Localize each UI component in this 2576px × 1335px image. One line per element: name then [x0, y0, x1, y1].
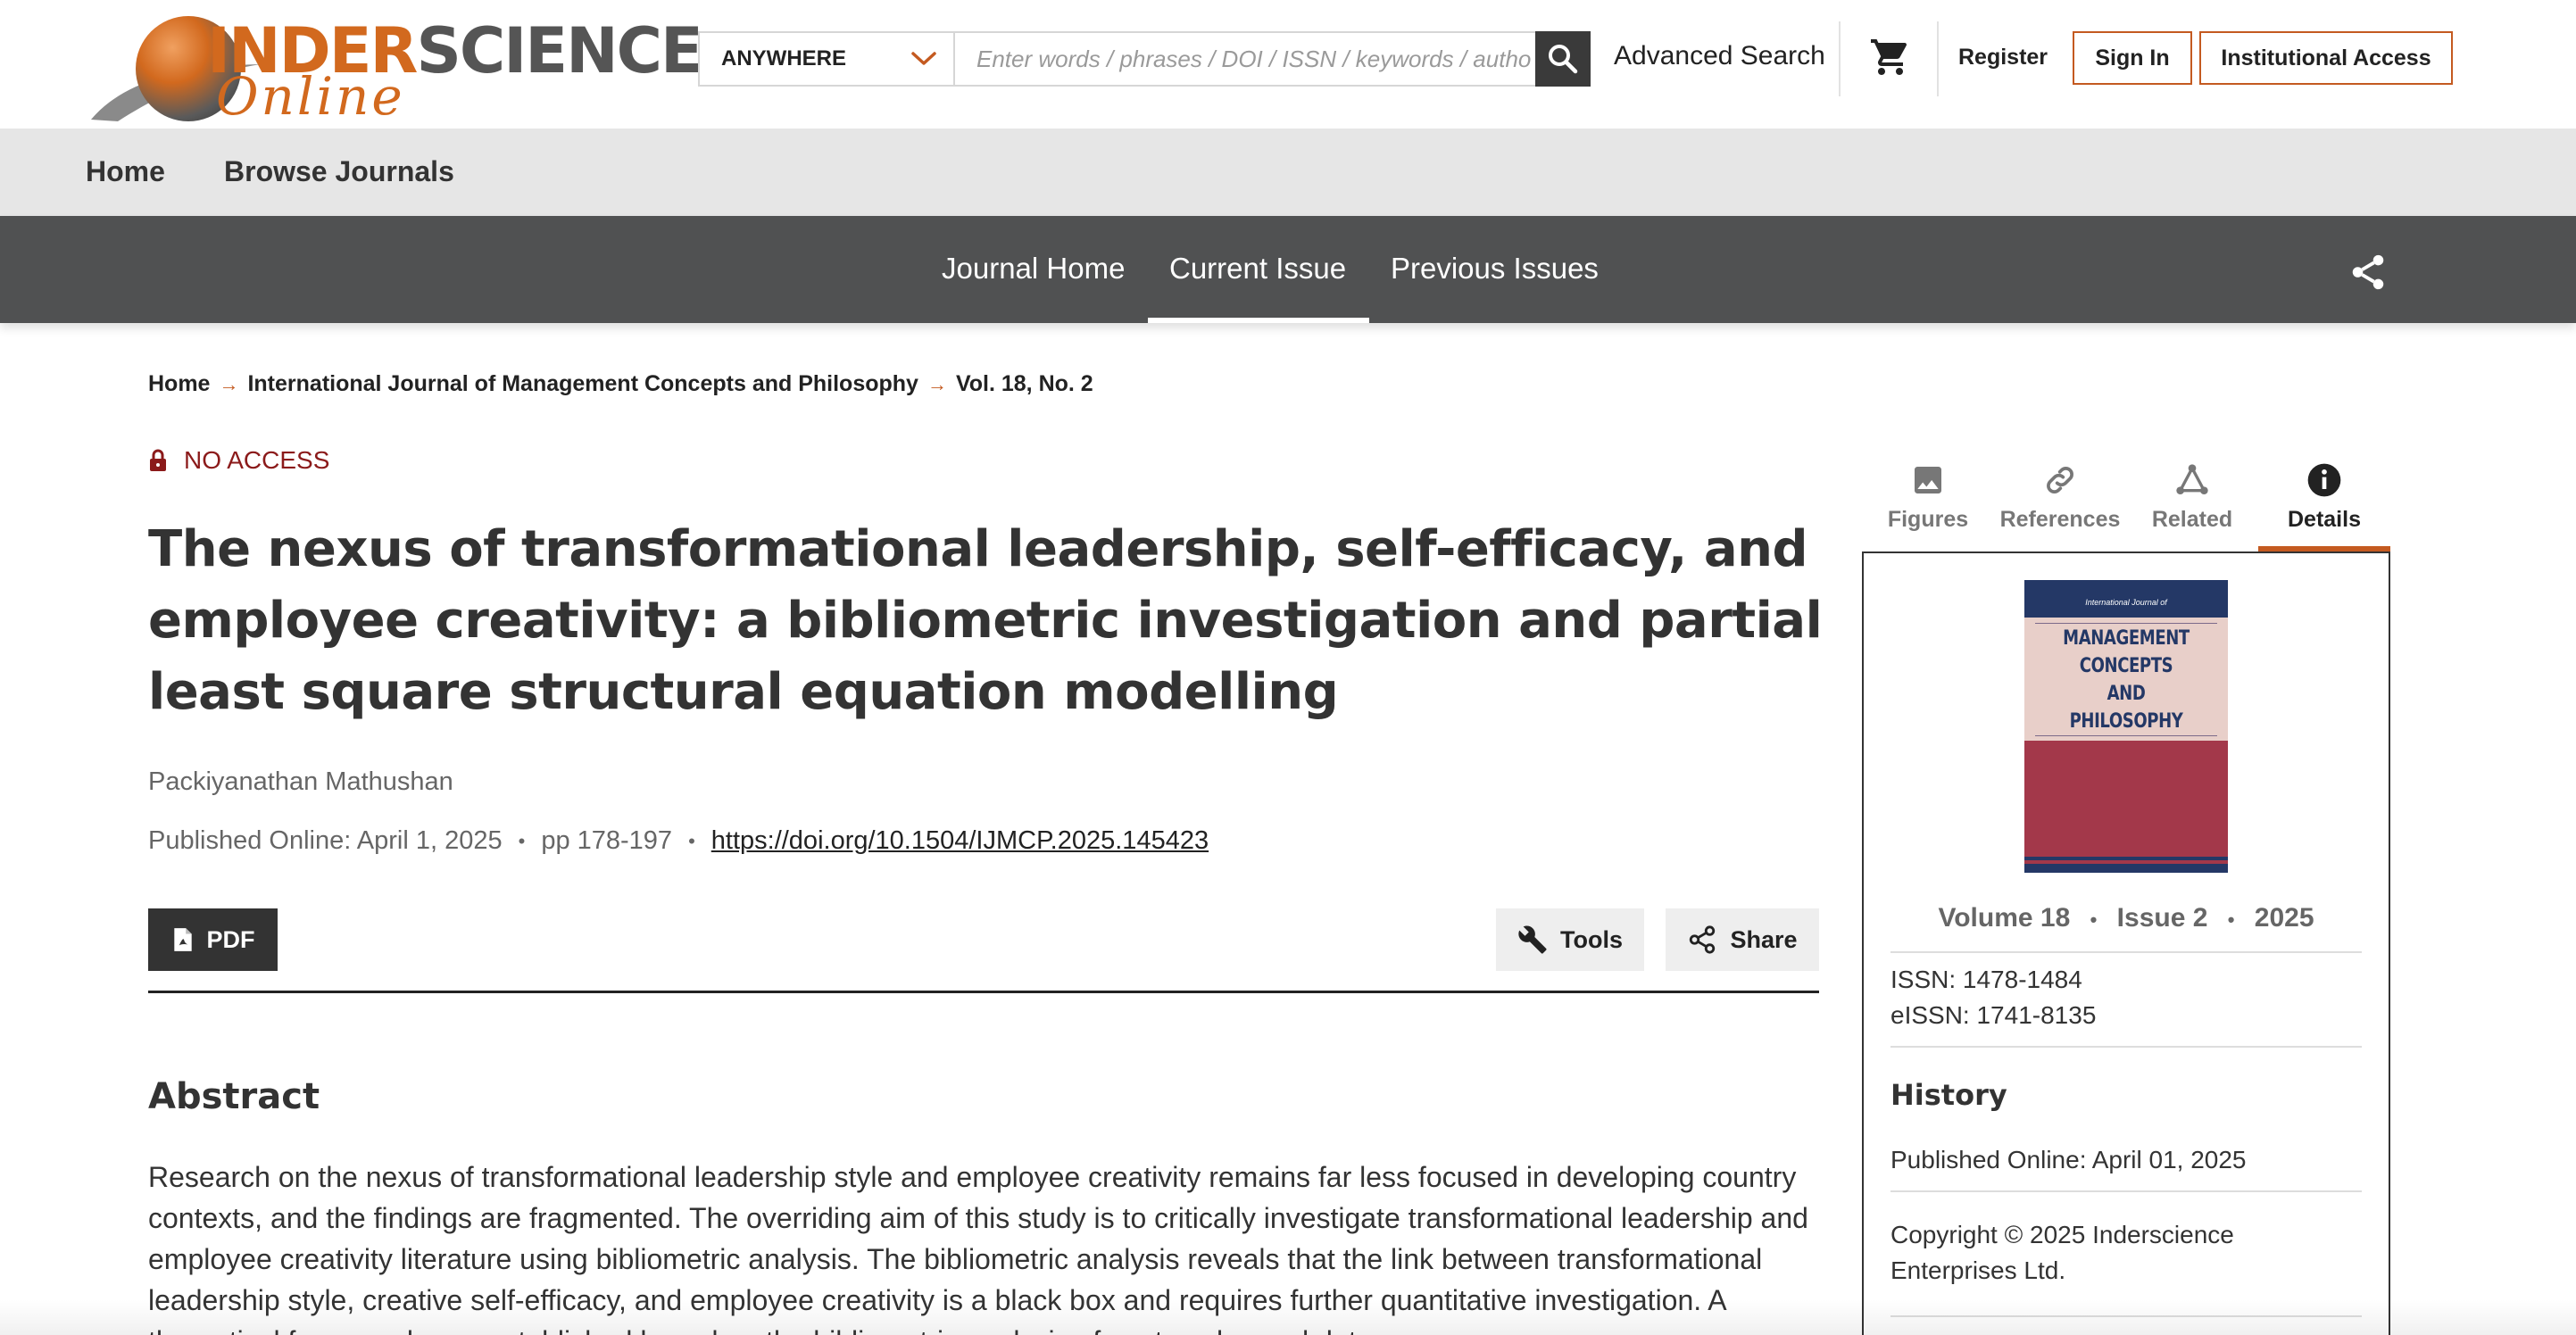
doi-link[interactable]: https://doi.org/10.1504/IJMCP.2025.14542…	[711, 826, 1209, 856]
sidebar-divider	[1890, 1190, 2362, 1192]
breadcrumb-arrow-icon: →	[927, 372, 947, 395]
cover-bottom	[2024, 741, 2228, 873]
pdf-button[interactable]: PDF	[148, 908, 278, 971]
journal-cover[interactable]: International Journal of MANAGEMENT CONC…	[2024, 580, 2228, 873]
sidebar-tab-figures[interactable]: Figures	[1862, 455, 1994, 553]
issue-number: Issue 2	[2116, 903, 2208, 933]
share-icon	[1690, 925, 1716, 954]
issue-year: 2025	[2254, 903, 2314, 933]
tools-label: Tools	[1560, 925, 1623, 953]
page-range: pp 178-197	[541, 826, 673, 855]
cover-title: MANAGEMENT CONCEPTS AND PHILOSOPHY	[2063, 627, 2190, 733]
cover-stripe	[2024, 864, 2228, 873]
header-divider	[1937, 21, 1939, 96]
breadcrumb-home[interactable]: Home	[148, 371, 210, 397]
search-input[interactable]	[955, 33, 1589, 85]
advanced-search-link[interactable]: Advanced Search	[1614, 41, 1825, 71]
sidebar-tab-references[interactable]: References	[1994, 455, 2126, 553]
sidebar-divider	[1890, 951, 2362, 953]
breadcrumb-arrow-icon: →	[219, 372, 239, 395]
abstract-text: Research on the nexus of transformationa…	[148, 1161, 1808, 1335]
article-author[interactable]: Packiyanathan Mathushan	[148, 767, 453, 797]
cover-subtitle: International Journal of	[2085, 598, 2167, 607]
published-date: Published Online: April 1, 2025	[148, 826, 503, 855]
logo-online: Online	[216, 66, 405, 127]
related-icon	[2176, 464, 2208, 494]
breadcrumb-journal[interactable]: International Journal of Management Conc…	[247, 371, 918, 397]
info-icon	[2307, 463, 2341, 497]
tools-button[interactable]: Tools	[1496, 908, 1644, 971]
tab-previous-issues[interactable]: Previous Issues	[1391, 252, 1599, 286]
access-status: NO ACCESS	[148, 446, 329, 475]
sidebar-tab-label: Figures	[1887, 507, 1969, 532]
journal-nav: Journal Home Current Issue Previous Issu…	[0, 216, 2576, 323]
active-tab-indicator	[1148, 318, 1369, 323]
eissn: eISSN: 1741-8135	[1890, 1001, 2097, 1029]
top-header: INDERSCIENCE Online ANYWHERE Advanced Se…	[0, 0, 2576, 129]
image-icon	[1915, 467, 1941, 493]
issn: ISSN: 1478-1484	[1890, 966, 2082, 993]
meta-separator: •	[2227, 908, 2235, 931]
article-title: The nexus of transformational leadership…	[148, 520, 1823, 721]
sidebar-tab-label: References	[1999, 507, 2121, 532]
article-divider	[148, 991, 1819, 993]
wrench-icon	[1518, 925, 1547, 954]
sidebar-divider	[1890, 1315, 2362, 1317]
search-icon	[1549, 45, 1578, 74]
breadcrumb-issue[interactable]: Vol. 18, No. 2	[956, 371, 1093, 397]
pdf-file-icon	[173, 928, 192, 951]
history-heading: History	[1890, 1078, 2007, 1112]
access-status-label: NO ACCESS	[184, 446, 330, 474]
cart-icon	[1871, 39, 1907, 75]
meta-separator: •	[2090, 908, 2098, 931]
volume-info: Volume 18 • Issue 2 • 2025	[1874, 903, 2378, 933]
nav-home[interactable]: Home	[86, 155, 165, 188]
article-meta: Published Online: April 1, 2025 • pp 178…	[148, 826, 1209, 856]
meta-separator: •	[518, 829, 526, 852]
nav-browse-journals[interactable]: Browse Journals	[224, 155, 454, 188]
pdf-label: PDF	[206, 925, 255, 953]
search-scope-label: ANYWHERE	[721, 46, 847, 70]
inderscience-logo[interactable]: INDERSCIENCE Online	[82, 12, 703, 127]
link-icon	[2047, 467, 2073, 493]
cover-stripe	[2024, 857, 2228, 860]
sidebar-tab-related[interactable]: Related	[2126, 455, 2258, 553]
cover-rule	[2035, 735, 2217, 736]
lock-icon	[150, 449, 166, 471]
share-icon[interactable]	[2347, 252, 2389, 293]
search-button[interactable]	[1535, 31, 1591, 87]
abstract-heading: Abstract	[148, 1076, 320, 1117]
header-divider	[1839, 21, 1841, 96]
search-bar: ANYWHERE	[698, 31, 1591, 87]
main-nav: Home Browse Journals	[0, 129, 2576, 216]
breadcrumb: Home → International Journal of Manageme…	[148, 371, 1093, 397]
tab-current-issue[interactable]: Current Issue	[1169, 252, 1346, 286]
sidebar-divider	[1890, 1046, 2362, 1048]
meta-separator: •	[688, 829, 695, 852]
sidebar-tab-label: Details	[2288, 507, 2361, 532]
volume-number: Volume 18	[1938, 903, 2071, 933]
cover-rule	[2035, 623, 2217, 624]
tab-journal-home[interactable]: Journal Home	[942, 252, 1125, 286]
share-button[interactable]: Share	[1666, 908, 1819, 971]
sidebar-tabs: Figures References Related Details	[1862, 455, 2390, 553]
share-label: Share	[1730, 925, 1798, 953]
chevron-down-icon	[911, 52, 936, 65]
copyright: Copyright © 2025 Inderscience Enterprise…	[1890, 1221, 2234, 1284]
sign-in-button[interactable]: Sign In	[2073, 31, 2192, 85]
sidebar-tab-details[interactable]: Details	[2258, 455, 2390, 553]
search-scope-dropdown[interactable]: ANYWHERE	[700, 33, 955, 85]
history-published: Published Online: April 01, 2025	[1890, 1146, 2247, 1173]
register-link[interactable]: Register	[1958, 45, 2048, 70]
institutional-access-button[interactable]: Institutional Access	[2199, 31, 2453, 85]
sidebar-tab-label: Related	[2151, 507, 2233, 532]
cart-button[interactable]	[1866, 32, 1915, 82]
